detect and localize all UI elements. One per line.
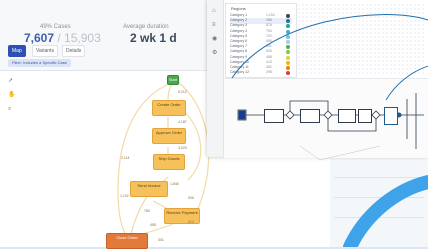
map-legend: Regions Category 1 1,204 Category 2 988 Cate… bbox=[225, 3, 297, 78]
legend-row-value: 540 bbox=[266, 49, 272, 54]
legend-row-label: Category 5 bbox=[230, 33, 248, 38]
process-node[interactable]: Approve Order bbox=[152, 128, 186, 144]
legend-row-value: 1,204 bbox=[266, 13, 275, 17]
legend-row-label: Category 7 bbox=[230, 44, 248, 49]
metric-cases-label: 49% Cases bbox=[40, 24, 71, 30]
metric-cases-number: 7,607 bbox=[24, 31, 55, 45]
home-icon[interactable]: ⌂ bbox=[212, 8, 218, 14]
bpmn-diagram[interactable] bbox=[224, 78, 428, 158]
panel-divider bbox=[334, 177, 424, 178]
legend-row-label: Category 4 bbox=[230, 28, 248, 33]
edge-label: 906 bbox=[188, 196, 194, 200]
process-node[interactable]: Create Order bbox=[152, 100, 186, 116]
legend-row-value: 591 bbox=[266, 44, 272, 49]
legend-row-label: Category 6 bbox=[230, 39, 248, 43]
legend-row[interactable]: Category 12 298 bbox=[230, 70, 292, 76]
edge-label: 780 bbox=[144, 209, 150, 213]
legend-row-value: 988 bbox=[266, 18, 272, 23]
details-panel bbox=[330, 157, 428, 247]
legend-row-label: Category 8 bbox=[230, 49, 248, 54]
legend-color-dot bbox=[286, 71, 290, 76]
metric-duration-value: 2 wk 1 d bbox=[130, 31, 177, 45]
legend-row-value: 655 bbox=[266, 39, 272, 43]
legend-row-label: Category 1 bbox=[230, 13, 248, 17]
metric-cases-value: 7,607 / 15,903 bbox=[24, 31, 101, 45]
filter-pill[interactable]: Filter: Includes a Specific Case bbox=[8, 59, 71, 67]
settings-icon[interactable]: ⚙ bbox=[212, 50, 218, 56]
legend-row-label: Category 9 bbox=[230, 54, 248, 59]
edge-label: 4,187 bbox=[178, 120, 187, 124]
legend-row-value: 702 bbox=[266, 33, 272, 38]
process-node[interactable]: Ship Goods bbox=[153, 154, 185, 170]
tab-details[interactable]: Details bbox=[62, 45, 86, 57]
legend-title: Regions bbox=[231, 6, 246, 11]
bpmn-task[interactable] bbox=[358, 109, 372, 123]
legend-row-value: 876 bbox=[266, 23, 272, 28]
process-node[interactable]: Send Invoice bbox=[130, 181, 168, 197]
edge-label: 5,212 bbox=[178, 90, 187, 94]
legend-row-label: Category 2 bbox=[230, 18, 248, 23]
map-window: ⌂ ≡ ◉ ⚙ Regions Category 1 1,204 Category … bbox=[207, 0, 428, 158]
edge-label: 1,845 bbox=[170, 182, 179, 186]
legend-row-label: Category 11 bbox=[230, 65, 249, 69]
panel-divider bbox=[334, 217, 424, 218]
tab-map[interactable]: Map bbox=[8, 45, 26, 57]
legend-row-value: 298 bbox=[266, 70, 272, 75]
edge-label: 455 bbox=[150, 223, 156, 227]
legend-row-value: 754 bbox=[266, 28, 272, 33]
legend-row-value: 362 bbox=[266, 65, 272, 69]
tab-variants[interactable]: Variants bbox=[32, 45, 58, 57]
layers-icon[interactable]: ≡ bbox=[212, 22, 218, 28]
process-node[interactable]: Receive Payment bbox=[164, 208, 200, 224]
metric-cases-total: / 15,903 bbox=[57, 31, 101, 45]
legend-row-label: Category 10 bbox=[230, 59, 250, 64]
map-dot-grid bbox=[297, 3, 426, 76]
metric-duration-label: Average duration bbox=[123, 24, 169, 30]
legend-row-label: Category 12 bbox=[230, 70, 250, 75]
process-start-node[interactable]: Start bbox=[167, 75, 179, 85]
legend-row-label: Category 3 bbox=[230, 23, 248, 28]
hand-icon[interactable]: ✋ bbox=[8, 92, 15, 98]
edge-label: 2,114 bbox=[121, 156, 130, 160]
canvas-toolbar: ➚ ✋ ⌕ bbox=[8, 78, 15, 120]
pin-icon[interactable]: ◉ bbox=[212, 36, 218, 42]
edge-label: 1,102 bbox=[120, 194, 129, 198]
panel-divider bbox=[334, 197, 424, 198]
bpmn-task[interactable] bbox=[300, 109, 320, 123]
bpmn-task-selected[interactable] bbox=[384, 107, 398, 125]
zoom-icon[interactable]: ⌕ bbox=[8, 106, 14, 112]
bpmn-task[interactable] bbox=[264, 109, 284, 123]
cursor-icon[interactable]: ➚ bbox=[8, 78, 14, 84]
bpmn-task[interactable] bbox=[338, 109, 356, 123]
legend-row-value: 488 bbox=[266, 54, 272, 59]
edge-label: 301 bbox=[158, 238, 164, 242]
edge-label: 612 bbox=[188, 220, 194, 224]
map-sidebar: ⌂ ≡ ◉ ⚙ bbox=[207, 0, 224, 157]
edge-label: 3,020 bbox=[178, 146, 187, 150]
legend-row-value: 410 bbox=[266, 59, 272, 64]
